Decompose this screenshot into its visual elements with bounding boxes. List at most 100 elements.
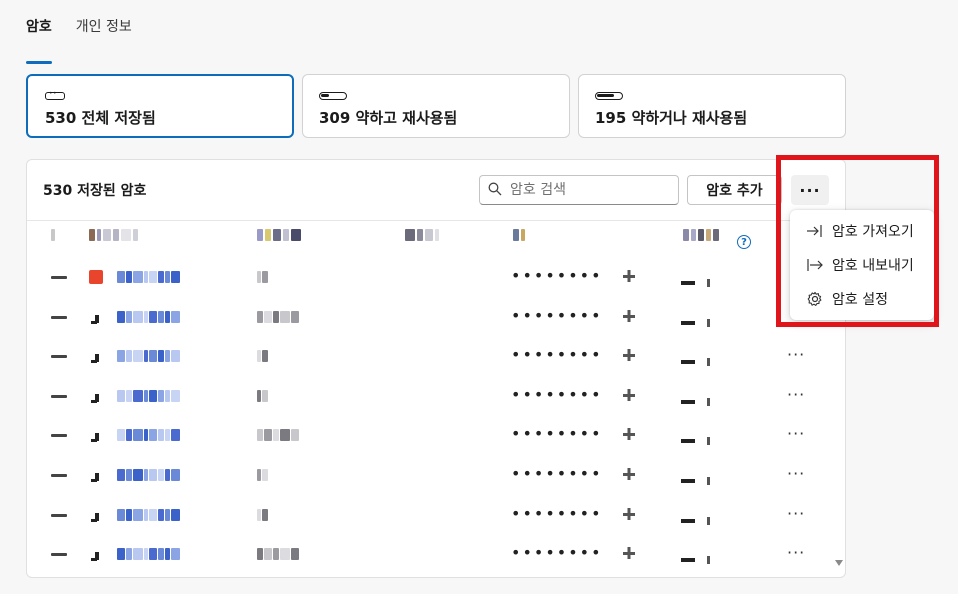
column-header-strength[interactable]: [683, 228, 719, 242]
panel-title: 530 저장된 암호: [43, 183, 147, 199]
row-more-button[interactable]: ···: [787, 464, 805, 483]
column-header-site[interactable]: [89, 228, 138, 242]
site-url[interactable]: [117, 310, 180, 323]
password-row[interactable]: ••••••••: [27, 298, 827, 336]
column-header-username[interactable]: [257, 228, 301, 242]
reveal-password-icon[interactable]: [621, 268, 637, 284]
username: [257, 508, 268, 521]
password-row[interactable]: •••••••• ···: [27, 535, 827, 573]
row-select-checkbox[interactable]: [51, 394, 67, 398]
row-select-checkbox[interactable]: [51, 553, 67, 557]
row-select-checkbox[interactable]: [51, 513, 67, 517]
reveal-password-icon[interactable]: [621, 426, 637, 442]
card-weak-reused[interactable]: 309 약하고 재사용됨: [302, 74, 570, 138]
search-box[interactable]: [479, 175, 679, 205]
row-more-button[interactable]: ···: [787, 424, 805, 443]
reveal-password-icon[interactable]: [621, 506, 637, 522]
tab-passwords[interactable]: 암호: [26, 14, 52, 64]
site-url[interactable]: [117, 429, 180, 442]
tab-personal-info[interactable]: 개인 정보: [76, 14, 132, 54]
username: [257, 469, 268, 481]
password-row[interactable]: •••••••• ···: [27, 416, 827, 454]
strength-indicator: [681, 510, 713, 525]
reveal-password-icon[interactable]: [621, 466, 637, 482]
row-select-checkbox[interactable]: [51, 315, 67, 319]
strength-indicator: [681, 549, 713, 565]
masked-password: ••••••••: [511, 345, 603, 365]
site-favicon: [89, 428, 103, 443]
row-more-button[interactable]: ···: [787, 385, 805, 404]
import-icon: [806, 222, 824, 240]
row-select-checkbox[interactable]: [51, 276, 67, 279]
site-favicon: [89, 547, 103, 562]
site-favicon: [89, 468, 103, 482]
site-favicon: [89, 349, 103, 364]
column-header-password[interactable]: [405, 228, 439, 242]
site-url[interactable]: [117, 548, 180, 561]
username: [257, 350, 268, 363]
site-favicon: [89, 310, 103, 324]
card-all-saved[interactable]: 530 전체 저장됨: [26, 74, 294, 138]
reveal-password-icon[interactable]: [621, 387, 637, 403]
search-input[interactable]: [508, 181, 672, 199]
export-icon: [806, 256, 824, 274]
password-icon: [45, 85, 275, 100]
row-more-button[interactable]: ···: [787, 543, 805, 562]
row-select-checkbox[interactable]: [51, 434, 67, 438]
header-divider: [27, 220, 845, 221]
strength-indicator: [681, 391, 713, 406]
reveal-password-icon[interactable]: [621, 347, 637, 363]
add-password-button[interactable]: 암호 추가: [687, 175, 782, 205]
help-icon[interactable]: ?: [737, 235, 751, 249]
strength-indicator: [681, 351, 713, 367]
masked-password: ••••••••: [511, 384, 603, 404]
masked-password: ••••••••: [511, 464, 603, 483]
username: [257, 548, 299, 561]
masked-password: ••••••••: [511, 266, 603, 285]
site-url[interactable]: [117, 389, 180, 402]
masked-password: ••••••••: [511, 503, 603, 523]
scroll-down-arrow[interactable]: [835, 560, 843, 566]
masked-password: ••••••••: [511, 424, 603, 444]
username: [257, 271, 268, 283]
menu-export-passwords[interactable]: 암호 내보내기: [790, 248, 934, 282]
site-url[interactable]: [117, 350, 180, 363]
card-weak-reused-label: 309 약하고 재사용됨: [319, 109, 458, 127]
row-more-button[interactable]: ···: [787, 345, 805, 364]
reveal-password-icon[interactable]: [621, 545, 637, 561]
menu-settings-label: 암호 설정: [832, 292, 888, 308]
site-favicon: [89, 389, 103, 403]
masked-password: ••••••••: [511, 543, 603, 563]
username: [257, 429, 299, 442]
row-select-checkbox[interactable]: [51, 355, 67, 359]
more-options-menu: 암호 가져오기 암호 내보내기 암호 설정: [790, 210, 934, 320]
password-row[interactable]: •••••••• ···: [27, 337, 827, 375]
password-row[interactable]: •••••••• ···: [27, 456, 827, 494]
menu-export-label: 암호 내보내기: [832, 258, 914, 274]
more-options-button[interactable]: ···: [791, 175, 829, 205]
card-weak-or-reused[interactable]: 195 약하거나 재사용됨: [578, 74, 846, 138]
password-list-panel: 530 저장된 암호 암호 추가 ··· ? •••••••••••••••••…: [26, 159, 846, 578]
site-url[interactable]: [117, 271, 180, 283]
site-favicon: [89, 270, 103, 284]
strength-indicator: [681, 430, 713, 446]
site-url[interactable]: [117, 469, 180, 481]
column-header-select: [51, 228, 55, 242]
username: [257, 310, 299, 323]
column-header-reveal: [513, 228, 525, 242]
menu-import-passwords[interactable]: 암호 가져오기: [790, 214, 934, 248]
password-row[interactable]: •••••••• ···: [27, 496, 827, 534]
menu-import-label: 암호 가져오기: [832, 224, 914, 240]
tab-bar: 암호 개인 정보: [26, 14, 132, 64]
password-row[interactable]: ••••••••: [27, 258, 827, 296]
row-select-checkbox[interactable]: [51, 474, 67, 477]
menu-password-settings[interactable]: 암호 설정: [790, 282, 934, 316]
weak-strength-icon: [319, 85, 553, 100]
strength-indicator: [681, 470, 713, 485]
password-row[interactable]: •••••••• ···: [27, 377, 827, 415]
reveal-password-icon[interactable]: [621, 308, 637, 324]
row-more-button[interactable]: ···: [787, 504, 805, 523]
site-url[interactable]: [117, 508, 180, 521]
card-all-saved-label: 530 전체 저장됨: [45, 109, 156, 127]
gear-icon: [806, 290, 824, 308]
